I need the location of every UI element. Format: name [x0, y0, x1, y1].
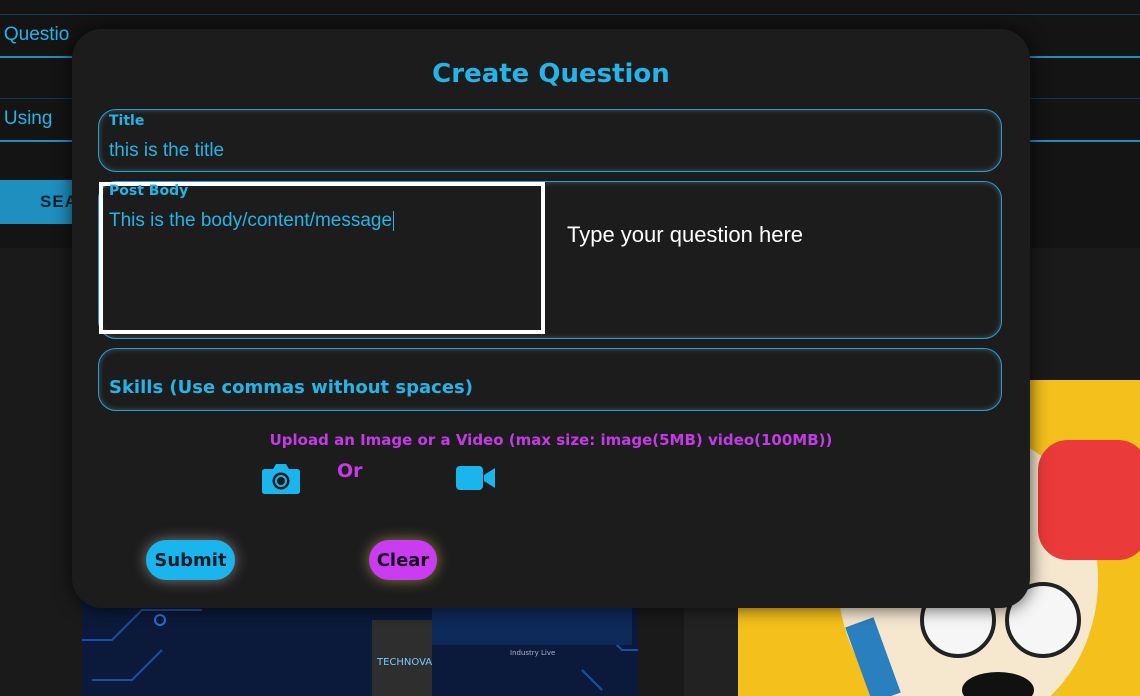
text-caret [393, 210, 395, 231]
post-body-field[interactable]: Post Body This is the body/content/messa… [98, 181, 1002, 339]
submit-button[interactable]: Submit [146, 540, 235, 580]
skills-label: Skills (Use commas without spaces) [109, 377, 473, 398]
post-body-value[interactable]: This is the body/content/message [109, 210, 395, 232]
video-camera-icon[interactable] [456, 464, 496, 492]
post-body-hint: Type your question here [567, 222, 804, 247]
skills-field[interactable]: Skills (Use commas without spaces) [98, 348, 1002, 411]
title-field[interactable]: Title this is the title [98, 109, 1002, 172]
circuit-image: TECHNOVA Industry Live [82, 600, 638, 696]
create-question-modal: Create Question Title this is the title … [72, 29, 1030, 608]
post-body-textarea[interactable] [99, 182, 545, 334]
card-caption-text: Industry Live [510, 649, 555, 657]
camera-icon[interactable] [261, 461, 301, 495]
or-text: Or [337, 460, 363, 482]
clear-button[interactable]: Clear [369, 540, 437, 580]
search-question-text: h Questio [0, 24, 70, 45]
card-logo-text: TECHNOVA [376, 657, 432, 668]
modal-title: Create Question [432, 59, 670, 89]
title-label: Title [109, 113, 145, 129]
title-input-value[interactable]: this is the title [109, 140, 224, 162]
upload-instructions: Upload an Image or a Video (max size: im… [269, 431, 833, 449]
search-using-text: h Using [0, 108, 53, 129]
post-card-image[interactable]: TECHNOVA Industry Live [82, 600, 638, 696]
post-body-text: This is the body/content/message [109, 210, 393, 231]
post-body-label: Post Body [109, 183, 189, 199]
